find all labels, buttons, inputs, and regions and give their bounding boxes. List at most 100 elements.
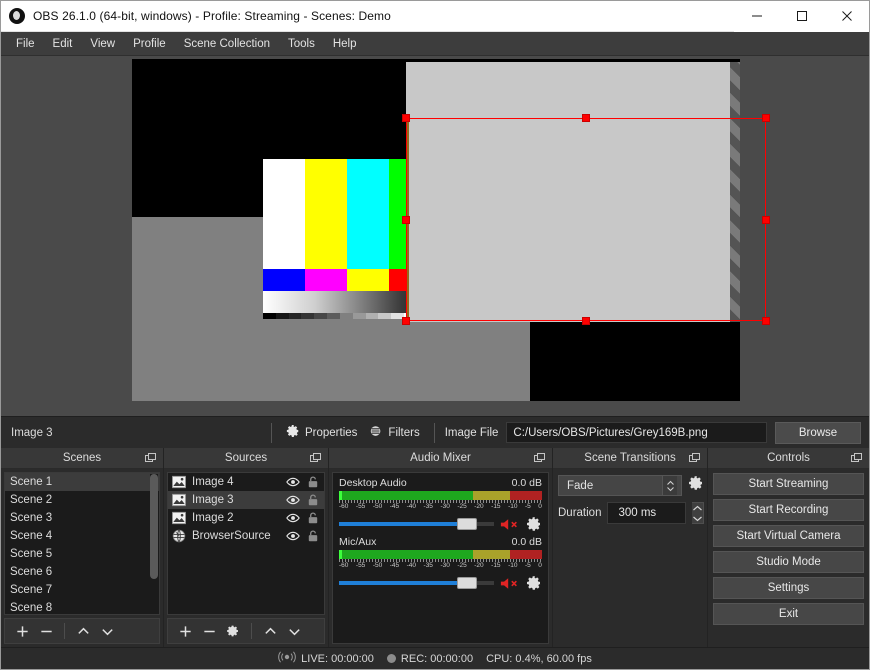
menu-edit[interactable]: Edit	[44, 35, 82, 53]
source-list-item[interactable]: BrowserSource	[168, 527, 324, 545]
selected-source-image[interactable]	[406, 62, 740, 322]
scene-list-item[interactable]: Scene 7	[5, 581, 159, 599]
undock-icon[interactable]	[689, 453, 700, 463]
source-label: Image 2	[192, 512, 234, 524]
volume-slider[interactable]	[339, 517, 494, 531]
transition-spinner-icon[interactable]	[662, 476, 677, 495]
scenes-toolbar	[4, 618, 160, 644]
add-scene-button[interactable]	[11, 621, 33, 641]
close-button[interactable]	[824, 0, 869, 32]
remove-source-button[interactable]	[198, 621, 220, 641]
speaker-muted-icon[interactable]	[500, 517, 520, 532]
scene-list-item[interactable]: Scene 8	[5, 599, 159, 614]
meter-scale: -60 -55 -50 -45 -40 -35 -30 -25 -20 -15 -10 -5 0	[339, 559, 542, 570]
undock-icon[interactable]	[534, 453, 545, 463]
menu-profile[interactable]: Profile	[124, 35, 175, 53]
filters-button[interactable]: Filters	[363, 421, 425, 444]
browse-button[interactable]: Browse	[775, 421, 861, 444]
audio-settings-gear-icon[interactable]	[526, 516, 542, 532]
duration-stepper[interactable]	[692, 502, 704, 524]
volume-slider-knob[interactable]	[456, 518, 477, 530]
meter-tick-label: 0	[538, 503, 542, 510]
control-button-studio-mode[interactable]: Studio Mode	[713, 551, 864, 573]
lock-icon[interactable]	[306, 493, 320, 507]
window-controls	[734, 0, 869, 32]
meter-tick-label: -25	[457, 562, 467, 569]
volume-slider[interactable]	[339, 576, 494, 590]
properties-button[interactable]: Properties	[280, 421, 363, 444]
minimize-button[interactable]	[734, 0, 779, 32]
transition-select[interactable]: Fade	[558, 475, 682, 496]
color-bar-inv-2	[346, 269, 389, 291]
transparency-hatch	[730, 62, 740, 322]
visibility-eye-icon[interactable]	[286, 511, 300, 525]
live-status: LIVE: 00:00:00	[278, 651, 374, 666]
window-title: OBS 26.1.0 (64-bit, windows) - Profile: …	[33, 9, 391, 23]
speaker-muted-icon[interactable]	[500, 576, 520, 591]
scene-list-item[interactable]: Scene 3	[5, 509, 159, 527]
remove-scene-button[interactable]	[35, 621, 57, 641]
control-button-start-recording[interactable]: Start Recording	[713, 499, 864, 521]
handle-middle-right[interactable]	[762, 215, 770, 224]
duration-input[interactable]: 300 ms	[607, 502, 686, 524]
menu-view[interactable]: View	[81, 35, 124, 53]
scene-list-item[interactable]: Scene 2	[5, 491, 159, 509]
undock-icon[interactable]	[310, 453, 321, 463]
audio-mixer-body-wrap: Desktop Audio 0.0 dB -60 -55 -50 -45 -40 -35 -30…	[329, 469, 552, 647]
scene-list-item[interactable]: Scene 5	[5, 545, 159, 563]
move-source-down-button[interactable]	[283, 621, 305, 641]
obs-logo-icon	[9, 8, 25, 24]
visibility-eye-icon[interactable]	[286, 529, 300, 543]
scenes-list[interactable]: Scene 1 Scene 2 Scene 3 Scene 4 Scene 5 Scene…	[4, 472, 160, 615]
maximize-button[interactable]	[779, 0, 824, 32]
source-list-item[interactable]: Image 4	[168, 473, 324, 491]
undock-icon[interactable]	[851, 453, 862, 463]
handle-top-right[interactable]	[762, 114, 770, 122]
audio-track-db: 0.0 dB	[511, 536, 542, 548]
scene-label: Scene 3	[10, 512, 53, 524]
scene-list-item[interactable]: Scene 6	[5, 563, 159, 581]
add-source-button[interactable]	[174, 621, 196, 641]
sources-list[interactable]: Image 4 Image 3 Image 2 BrowserSource	[167, 472, 325, 615]
undock-icon[interactable]	[145, 453, 156, 463]
scenes-scroll-thumb[interactable]	[150, 474, 158, 579]
audio-mixer-title-label: Audio Mixer	[410, 452, 471, 464]
meter-tick-label: -60	[339, 562, 349, 569]
control-button-settings[interactable]: Settings	[713, 577, 864, 599]
lock-icon[interactable]	[306, 475, 320, 489]
menu-file[interactable]: File	[7, 35, 44, 53]
menu-help[interactable]: Help	[324, 35, 366, 53]
control-button-start-streaming[interactable]: Start Streaming	[713, 473, 864, 495]
lock-icon[interactable]	[306, 511, 320, 525]
visibility-eye-icon[interactable]	[286, 493, 300, 507]
meter-tick-label: -45	[389, 562, 400, 569]
volume-slider-knob[interactable]	[456, 577, 477, 589]
preview-area[interactable]	[1, 56, 869, 416]
rec-label: REC: 00:00:00	[400, 652, 474, 665]
source-list-item[interactable]: Image 2	[168, 509, 324, 527]
menu-tools[interactable]: Tools	[279, 35, 324, 53]
control-button-exit[interactable]: Exit	[713, 603, 864, 625]
scenes-scrollbar[interactable]	[150, 474, 158, 613]
preview-canvas[interactable]	[132, 59, 740, 401]
source-list-item[interactable]: Image 3	[168, 491, 324, 509]
audio-track-name: Desktop Audio	[339, 477, 407, 489]
move-scene-up-button[interactable]	[72, 621, 94, 641]
broadcast-icon	[278, 651, 296, 666]
move-scene-down-button[interactable]	[96, 621, 118, 641]
filters-icon	[369, 424, 383, 441]
menu-scene-collection[interactable]: Scene Collection	[175, 35, 279, 53]
source-properties-button[interactable]	[222, 621, 244, 641]
transition-settings-gear-icon[interactable]	[688, 475, 704, 496]
scene-list-item[interactable]: Scene 4	[5, 527, 159, 545]
image-file-input[interactable]: C:/Users/OBS/Pictures/Grey169B.png	[506, 422, 767, 443]
control-button-start-virtual-camera[interactable]: Start Virtual Camera	[713, 525, 864, 547]
move-source-up-button[interactable]	[259, 621, 281, 641]
visibility-eye-icon[interactable]	[286, 475, 300, 489]
handle-bottom-right[interactable]	[762, 317, 770, 325]
scene-list-item[interactable]: Scene 1	[5, 473, 159, 491]
meter-green	[339, 550, 473, 559]
audio-track: Desktop Audio 0.0 dB -60 -55 -50 -45 -40 -35 -30…	[339, 477, 542, 532]
lock-icon[interactable]	[306, 529, 320, 543]
audio-settings-gear-icon[interactable]	[526, 575, 542, 591]
